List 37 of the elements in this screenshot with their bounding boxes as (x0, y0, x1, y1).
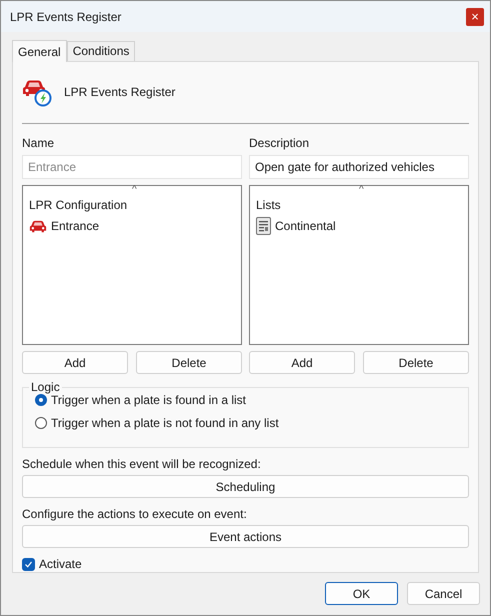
column-header[interactable]: LPR Configuration (29, 198, 128, 212)
list-item[interactable]: Continental (275, 219, 336, 233)
document-icon (256, 217, 271, 235)
car-icon (29, 219, 47, 233)
checkbox[interactable] (22, 558, 35, 570)
list-button[interactable]: Add (22, 351, 128, 374)
tab[interactable]: General (12, 40, 67, 62)
name-field[interactable]: Entrance (22, 155, 242, 179)
group-title: Logic (29, 380, 62, 394)
list-box[interactable]: ^ Lists Continental (249, 185, 469, 345)
sort-indicator: ^ (359, 184, 364, 195)
list-box[interactable]: ^ LPR Configuration Entrance (22, 185, 242, 345)
event-actions-button[interactable]: Event actions (22, 525, 469, 548)
section-label: Schedule when this event will be recognized: (22, 457, 262, 472)
radio-button[interactable] (35, 394, 47, 406)
radio-label[interactable]: Trigger when a plate is not found in any list (51, 416, 279, 430)
check-icon (24, 560, 33, 568)
dialog-button[interactable]: OK (325, 582, 398, 605)
scheduling-button[interactable]: Scheduling (22, 475, 469, 498)
radio-label[interactable]: Trigger when a plate is found in a list (51, 392, 246, 406)
radio-button[interactable] (35, 416, 47, 428)
list-button[interactable]: Delete (136, 351, 242, 374)
close-button[interactable]: × (466, 8, 484, 26)
dialog-button[interactable]: Cancel (407, 582, 480, 605)
list-item[interactable]: Entrance (51, 219, 100, 233)
description-field[interactable]: Open gate for authorized vehicles (249, 155, 469, 179)
sort-indicator: ^ (132, 184, 137, 195)
tab[interactable]: Conditions (66, 41, 136, 61)
section-label: Configure the actions to execute on event: (22, 507, 248, 522)
header-title: LPR Events Register (64, 85, 176, 99)
checkbox-label[interactable]: Activate (39, 557, 82, 571)
field-label: Description (249, 136, 310, 151)
column-header[interactable]: Lists (256, 198, 281, 212)
field-label: Name (22, 136, 56, 151)
window-title: LPR Events Register (10, 10, 122, 24)
list-button[interactable]: Add (249, 351, 355, 374)
list-button[interactable]: Delete (363, 351, 469, 374)
